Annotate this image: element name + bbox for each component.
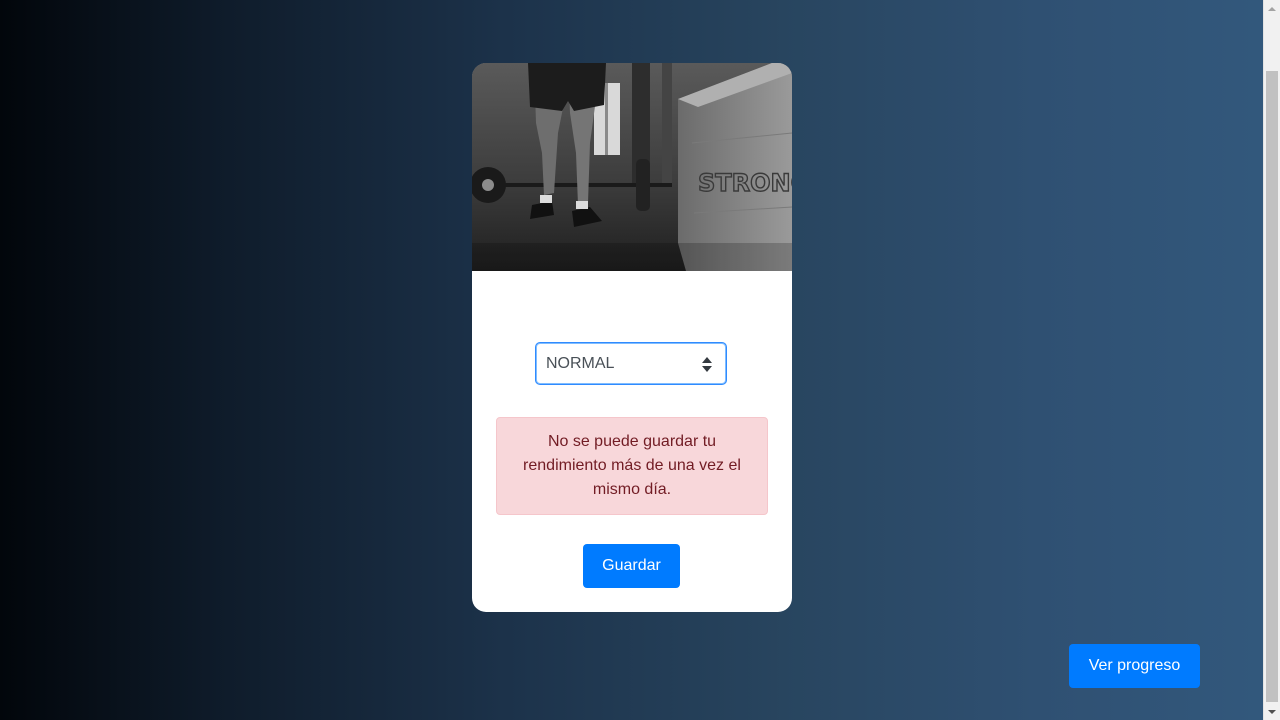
vertical-scrollbar[interactable] xyxy=(1263,0,1280,720)
scrollbar-thumb[interactable] xyxy=(1266,71,1278,702)
intensity-select[interactable]: NORMAL xyxy=(536,343,726,384)
gym-photo: STRONG xyxy=(472,63,792,271)
performance-card: STRONG NORMAL No se puede guardar tu ren… xyxy=(472,63,792,612)
scroll-down-arrow-icon[interactable] xyxy=(1264,703,1280,720)
select-arrows-icon xyxy=(702,357,712,372)
error-alert: No se puede guardar tu rendimiento más d… xyxy=(496,417,768,515)
scroll-up-arrow-icon[interactable] xyxy=(1264,0,1280,17)
page-background: STRONG NORMAL No se puede guardar tu ren… xyxy=(0,0,1263,720)
save-button[interactable]: Guardar xyxy=(583,544,680,588)
box-strong-text: STRONG xyxy=(698,169,792,197)
view-progress-button[interactable]: Ver progreso xyxy=(1069,644,1200,688)
intensity-select-value: NORMAL xyxy=(546,354,615,372)
